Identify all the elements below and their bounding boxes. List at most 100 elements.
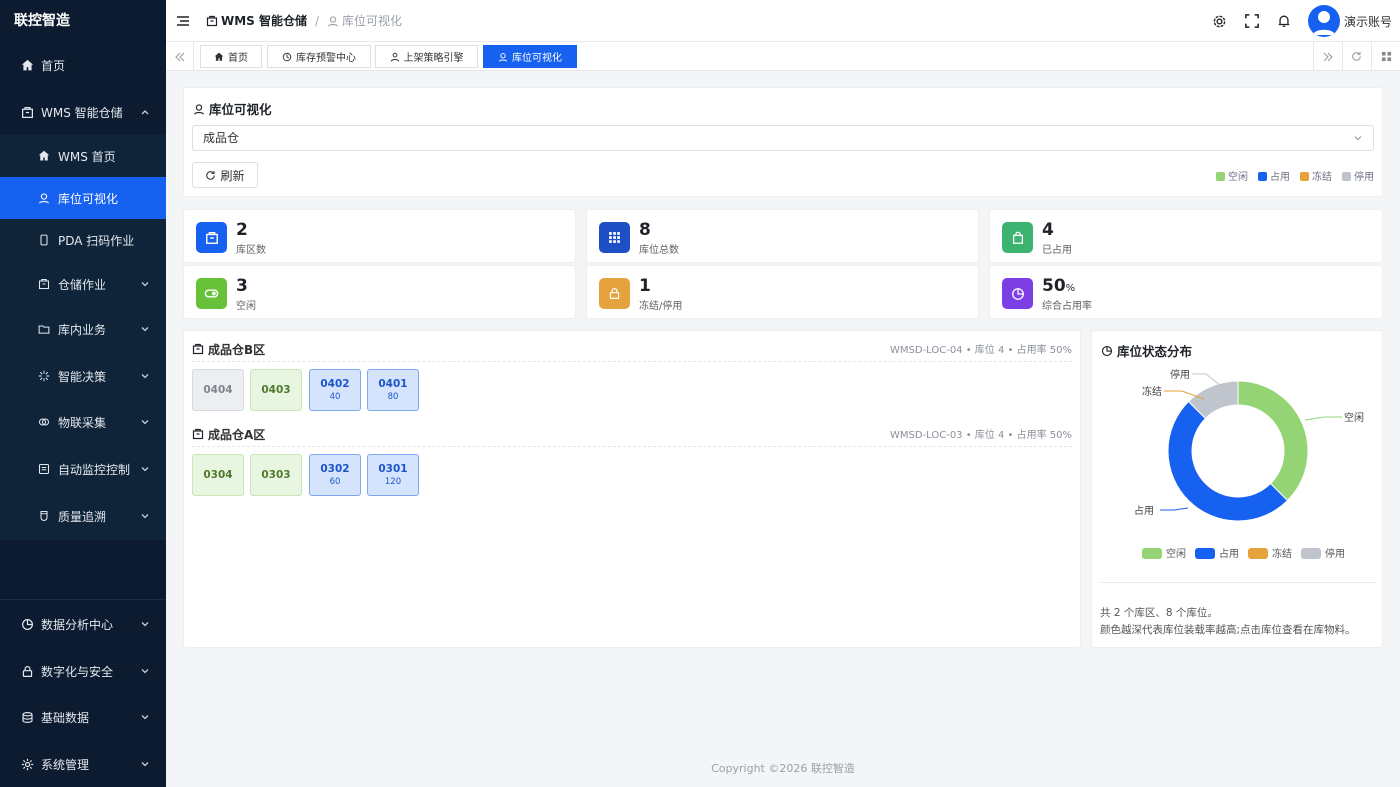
sidebar-item-label: 数字化与安全 <box>41 664 114 679</box>
home-icon <box>37 149 51 163</box>
breadcrumb-separator: / <box>315 13 320 28</box>
toggle-icon <box>196 278 227 309</box>
pie-legend-frozen[interactable]: 冻结 <box>1248 545 1292 560</box>
breadcrumb-item-current: 库位可视化 <box>327 12 402 29</box>
avatar[interactable] <box>1307 5 1340 37</box>
sidebar-item-quality-trace[interactable]: 质量追溯 <box>0 494 166 538</box>
phone-icon <box>37 233 51 247</box>
box-icon <box>20 105 34 119</box>
bell-icon[interactable] <box>1276 13 1292 29</box>
pie-label-1: 占用 <box>1134 504 1154 517</box>
sparkle-icon <box>37 369 51 383</box>
tab-bar: 首页 库存预警中心 上架策略引擎 库位可视化 <box>166 42 1400 71</box>
tab-home[interactable]: 首页 <box>200 45 262 68</box>
link-icon <box>37 415 51 429</box>
status-pie-chart: 空闲占用 冻结停用 <box>1134 368 1364 522</box>
sidebar: 联控智造 首页 WMS 智能仓储 WMS 首页 库位可视化 PDA 扫码作业 仓… <box>0 0 166 787</box>
app-logo: 联控智造 <box>14 13 70 29</box>
location-cell[interactable]: 0302 60 <box>309 454 361 496</box>
settings-icon[interactable] <box>1212 13 1228 29</box>
zone-info: WMSD-LOC-04 • 库位 4 • 占用率 50% <box>889 345 1072 356</box>
pie-legend-idle[interactable]: 空闲 <box>1142 545 1186 560</box>
user-name[interactable]: 演示账号 <box>1344 13 1392 30</box>
chevron-down-icon <box>1354 136 1362 141</box>
folder-icon <box>37 322 51 336</box>
tab-location-visual[interactable]: 库位可视化 <box>483 45 577 68</box>
pie-icon <box>20 617 34 631</box>
menu-toggle-icon[interactable] <box>176 14 190 28</box>
legend-occupied: 占用 <box>1258 168 1290 183</box>
location-icon <box>498 52 508 62</box>
warehouse-select[interactable]: 成品仓 <box>192 125 1374 151</box>
pie-label-3: 停用 <box>1170 368 1190 381</box>
sidebar-item-base-data[interactable]: 基础数据 <box>0 694 166 740</box>
pie-legend-disabled[interactable]: 停用 <box>1301 545 1345 560</box>
chevron-down-icon <box>141 514 149 519</box>
tabs-scroll-right-icon[interactable] <box>1313 42 1341 71</box>
sidebar-item-label: WMS 智能仓储 <box>41 105 123 120</box>
filter-card: 库位可视化 成品仓 刷新 空闲 占用 冻结 停用 <box>183 87 1383 197</box>
grid-icon <box>599 222 630 253</box>
sidebar-item-wms[interactable]: WMS 智能仓储 <box>0 89 166 135</box>
sidebar-item-label: 库位可视化 <box>58 191 119 206</box>
sidebar-item-iot[interactable]: 物联采集 <box>0 400 166 444</box>
bag-icon <box>1002 222 1033 253</box>
chevron-down-icon <box>141 715 149 720</box>
pie-icon <box>1101 345 1113 356</box>
grid-menu-icon[interactable] <box>1371 42 1400 71</box>
location-icon <box>193 103 205 115</box>
sidebar-item-inwarehouse[interactable]: 库内业务 <box>0 307 166 351</box>
sidebar-item-data-analysis[interactable]: 数据分析中心 <box>0 601 166 647</box>
refresh-icon <box>206 170 216 180</box>
location-cell[interactable]: 0401 80 <box>367 369 419 411</box>
gear-icon <box>20 757 34 771</box>
sidebar-item-smart-decision[interactable]: 智能决策 <box>0 354 166 398</box>
tabs-scroll-left-icon[interactable] <box>166 42 194 71</box>
pie-slice-0[interactable] <box>1237 380 1309 502</box>
sidebar-item-storage-ops[interactable]: 仓储作业 <box>0 262 166 306</box>
pie-legend-occupied[interactable]: 占用 <box>1195 545 1239 560</box>
chevron-down-icon <box>141 282 149 287</box>
location-cell[interactable]: 0403 <box>250 369 302 411</box>
legend-idle: 空闲 <box>1216 168 1248 183</box>
pie-label-2: 冻结 <box>1142 385 1162 398</box>
sidebar-item-wms-home[interactable]: WMS 首页 <box>0 135 166 177</box>
tab-stock-alert[interactable]: 库存预警中心 <box>267 45 371 68</box>
legend-frozen: 冻结 <box>1300 168 1332 183</box>
refresh-tab-icon[interactable] <box>1342 42 1370 71</box>
box-icon <box>192 428 204 440</box>
chevron-down-icon <box>141 622 149 627</box>
location-cell[interactable]: 0304 <box>192 454 244 496</box>
breadcrumb-item-wms[interactable]: WMS 智能仓储 <box>206 12 307 29</box>
sidebar-item-home[interactable]: 首页 <box>0 42 166 88</box>
pie-label-0: 空闲 <box>1344 411 1364 424</box>
cup-icon <box>37 509 51 523</box>
chevron-down-icon <box>141 762 149 767</box>
tab-putaway-engine[interactable]: 上架策略引擎 <box>375 45 478 68</box>
sidebar-item-label: 首页 <box>41 58 66 73</box>
location-icon <box>37 191 51 205</box>
location-cell[interactable]: 0402 40 <box>309 369 361 411</box>
pie-icon <box>1002 278 1033 309</box>
footer-copyright: Copyright ©2026 联控智造 <box>711 762 855 775</box>
location-cell[interactable]: 0404 <box>192 369 244 411</box>
refresh-button[interactable]: 刷新 <box>192 162 258 188</box>
pie-label-line-0 <box>1304 416 1342 421</box>
sidebar-item-label: 智能决策 <box>58 369 107 384</box>
chevron-up-icon <box>141 110 149 115</box>
sidebar-item-pda[interactable]: PDA 扫码作业 <box>0 219 166 261</box>
pie-legend: 空闲 占用 冻结 停用 <box>1142 545 1345 560</box>
sidebar-item-auto-monitor[interactable]: 自动监控控制 <box>0 447 166 491</box>
location-cell[interactable]: 0301 120 <box>367 454 419 496</box>
distribution-title: 库位状态分布 <box>1101 341 1192 360</box>
location-cell[interactable]: 0303 <box>250 454 302 496</box>
stat-location-total: 8 库位总数 <box>586 209 979 263</box>
stat-frozen-disabled: 1 冻结/停用 <box>586 265 979 319</box>
fullscreen-icon[interactable] <box>1244 13 1260 29</box>
pie-slice-1[interactable] <box>1167 400 1289 522</box>
box-icon <box>206 15 218 26</box>
sidebar-item-location-visual[interactable]: 库位可视化 <box>0 177 166 219</box>
sidebar-item-digital-security[interactable]: 数字化与安全 <box>0 648 166 694</box>
sidebar-item-system-admin[interactable]: 系统管理 <box>0 741 166 787</box>
stat-idle: 3 空闲 <box>183 265 576 319</box>
